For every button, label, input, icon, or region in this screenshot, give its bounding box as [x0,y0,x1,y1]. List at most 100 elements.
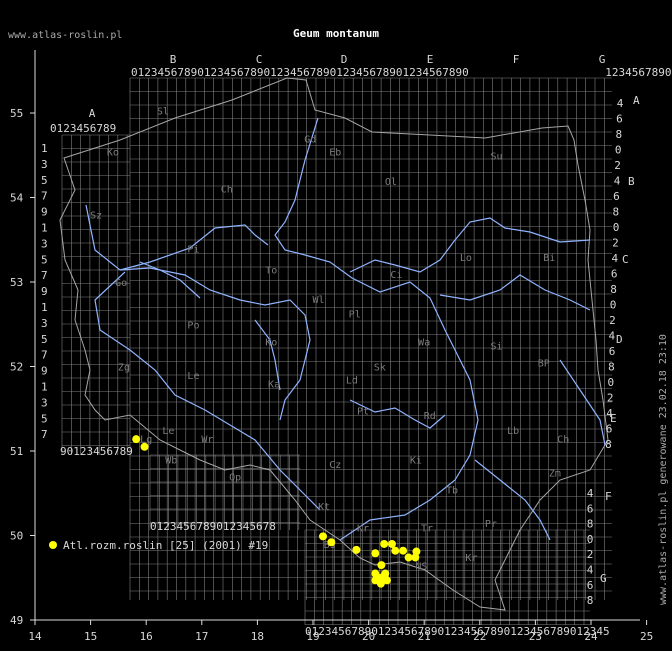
grid-digits-bottom-right: 0123456789012345678901234567890123456789… [305,625,610,638]
grid-digit-right: 6 [609,345,616,358]
occurrence-point [411,553,420,562]
distribution-map: 14 15 16 17 18 19 20 21 22 23 24 2549505152535455 B… [8,27,672,643]
region-code: Pi [187,244,199,255]
grid-digits-bottom-left: 90123456789 [60,445,133,458]
region-code: Kt [318,502,330,513]
grid-digit-right: 4 [608,330,615,343]
region-code: Le [162,426,174,437]
grid-letter-right: A [633,94,640,107]
river-noteć [139,261,201,299]
region-code: Rd [424,411,436,422]
region-code: Le [187,371,199,382]
axes: 14 15 16 17 18 19 20 21 22 23 24 2549505152535455 [10,50,653,643]
region-code: BP [538,359,550,370]
region-code: NS [415,561,427,572]
rivers [85,117,606,541]
grid-digit-left: 3 [41,317,48,330]
region-code: Wl [313,295,325,306]
river-oder [85,204,321,511]
region-code: Wr [201,435,213,446]
grid-digit-f: 8 [587,518,594,531]
region-code: Tr [421,523,433,534]
grid-digits-bottom-mid: 0123456789012345678 [150,520,276,533]
x-tick-label: 15 [84,630,97,643]
region-code: Ki [410,456,422,467]
river-bug [349,217,591,273]
grid-digits-top: 0123456789012345678901234567890123456789… [131,66,469,79]
map-title: Geum montanum [293,27,379,40]
occurrence-point [319,532,328,541]
grid-digit-left: 5 [41,412,48,425]
grid-letter-right: B [628,175,635,188]
occurrence-point [140,442,149,451]
region-code: Cz [329,460,341,471]
grid-digit-f: 8 [587,594,594,607]
region-code: Bi [543,253,555,264]
region-code: Op [229,473,241,484]
grid-digit-f: 6 [587,502,594,515]
grid-digit-left: 5 [41,174,48,187]
occurrence-point [377,561,386,570]
region-code: Ka [268,380,280,391]
grid-digits-top: 1234567890123456789012345678 [605,66,672,79]
grid-digit-right: 0 [610,299,617,312]
grid-digit-left: 9 [41,365,48,378]
grid-digit-left: 9 [41,206,48,219]
region-code: Sl [157,107,169,118]
region-code: Su [490,151,502,162]
region-code: Ko [107,147,119,158]
grid-digit-f: 4 [587,564,594,577]
y-tick-label: 50 [10,530,23,543]
occurrence-point [399,546,408,555]
grid-digit-right: 0 [607,376,614,389]
grid-digit-left: 3 [41,158,48,171]
occurrence-point [376,579,385,588]
grid-digit-right: 4 [611,252,618,265]
y-tick-label: 55 [10,107,23,120]
region-code: Pt [357,407,369,418]
grid-letter-right: G [600,572,607,585]
grid-digit-right: 8 [608,361,615,374]
occurrence-point [352,545,361,554]
grid-digit-left: 7 [41,428,48,441]
grid-digit-left: 3 [41,237,48,250]
grid-digit-right: 2 [609,314,616,327]
region-code: Sk [374,363,386,374]
occurrence-point [327,538,336,547]
region-code: Po [187,320,199,331]
grid-digit-right: 6 [616,113,623,126]
grid-letter-top: G [599,53,606,66]
y-tick-label: 49 [10,614,23,627]
region-code: Zg [118,363,130,374]
grid-digit-left: 5 [41,333,48,346]
region-code: Ci [390,270,402,281]
region-code: Gd [304,135,316,146]
generated-note: www.atlas-roslin.pl generowane 23.02.18 … [658,334,669,605]
grid-digit-right: 8 [615,128,622,141]
region-code: Ko [265,337,277,348]
grid-digit-right: 0 [615,144,622,157]
y-tick-label: 51 [10,445,23,458]
grid-digit-left: 1 [41,222,48,235]
region-code: Lo [460,253,472,264]
x-tick-label: 14 [28,630,42,643]
grid-digit-left: 1 [41,301,48,314]
grid-digit-f: 0 [587,533,594,546]
region-code: Ld [346,375,358,386]
region-code: Sz [90,211,102,222]
grid-digit-left: 7 [41,269,48,282]
grid-letter-top: D [341,53,348,66]
river-vistula [274,117,479,541]
grid-letter-top: C [256,53,263,66]
grid-digit-right: 2 [614,159,621,172]
grid-digits-a: 0123456789 [50,122,116,135]
region-code: Lb [507,426,519,437]
grid-letter-right: F [605,490,612,503]
grid-digit-right: 8 [612,206,619,219]
region-code: To [265,266,277,277]
grid-digit-left: 1 [41,381,48,394]
x-tick-label: 16 [140,630,153,643]
x-tick-label: 18 [251,630,264,643]
grid-digit-f: 2 [587,548,594,561]
occurrence-point [371,549,380,558]
